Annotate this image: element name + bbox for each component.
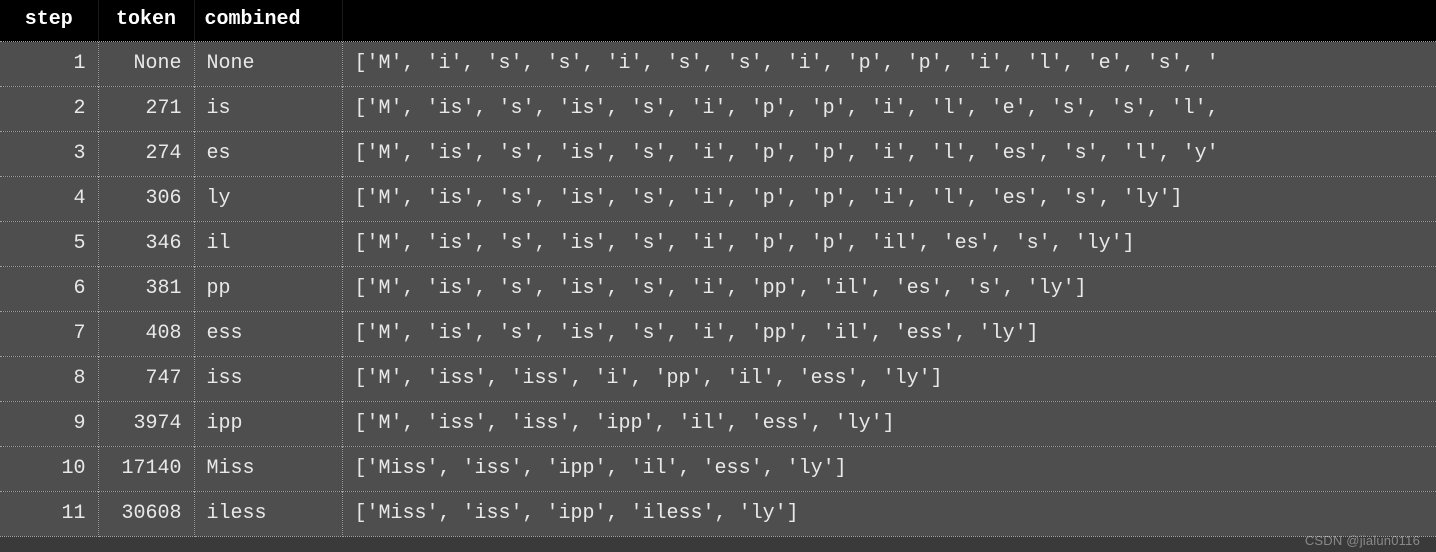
cell-combined: ly xyxy=(194,177,342,222)
cell-combined: pp xyxy=(194,267,342,312)
cell-step: 8 xyxy=(0,357,98,402)
table-row: 5 346 il ['M', 'is', 's', 'is', 's', 'i'… xyxy=(0,222,1436,267)
cell-token: 30608 xyxy=(98,492,194,537)
cell-step: 2 xyxy=(0,87,98,132)
cell-combined: il xyxy=(194,222,342,267)
table-header-row: step token combined xyxy=(0,0,1436,42)
cell-combined: None xyxy=(194,42,342,87)
cell-token: 271 xyxy=(98,87,194,132)
cell-step: 5 xyxy=(0,222,98,267)
table-row: 11 30608 iless ['Miss', 'iss', 'ipp', 'i… xyxy=(0,492,1436,537)
header-list xyxy=(342,0,1436,42)
table-row: 4 306 ly ['M', 'is', 's', 'is', 's', 'i'… xyxy=(0,177,1436,222)
cell-token: 17140 xyxy=(98,447,194,492)
cell-list: ['M', 'iss', 'iss', 'i', 'pp', 'il', 'es… xyxy=(342,357,1436,402)
cell-step: 11 xyxy=(0,492,98,537)
cell-combined: es xyxy=(194,132,342,177)
cell-step: 3 xyxy=(0,132,98,177)
cell-token: None xyxy=(98,42,194,87)
cell-combined: is xyxy=(194,87,342,132)
cell-step: 7 xyxy=(0,312,98,357)
table-row: 10 17140 Miss ['Miss', 'iss', 'ipp', 'il… xyxy=(0,447,1436,492)
cell-combined: Miss xyxy=(194,447,342,492)
cell-list: ['M', 'i', 's', 's', 'i', 's', 's', 'i',… xyxy=(342,42,1436,87)
bpe-steps-table: step token combined 1 None None ['M', 'i… xyxy=(0,0,1436,537)
cell-step: 9 xyxy=(0,402,98,447)
cell-list: ['Miss', 'iss', 'ipp', 'il', 'ess', 'ly'… xyxy=(342,447,1436,492)
header-step: step xyxy=(0,0,98,42)
cell-list: ['M', 'is', 's', 'is', 's', 'i', 'p', 'p… xyxy=(342,87,1436,132)
table-row: 2 271 is ['M', 'is', 's', 'is', 's', 'i'… xyxy=(0,87,1436,132)
cell-token: 408 xyxy=(98,312,194,357)
cell-step: 1 xyxy=(0,42,98,87)
table-body: 1 None None ['M', 'i', 's', 's', 'i', 's… xyxy=(0,42,1436,537)
cell-token: 381 xyxy=(98,267,194,312)
table-row: 8 747 iss ['M', 'iss', 'iss', 'i', 'pp',… xyxy=(0,357,1436,402)
table-row: 9 3974 ipp ['M', 'iss', 'iss', 'ipp', 'i… xyxy=(0,402,1436,447)
table-row: 3 274 es ['M', 'is', 's', 'is', 's', 'i'… xyxy=(0,132,1436,177)
cell-list: ['M', 'is', 's', 'is', 's', 'i', 'pp', '… xyxy=(342,312,1436,357)
cell-step: 4 xyxy=(0,177,98,222)
cell-combined: ess xyxy=(194,312,342,357)
cell-list: ['M', 'is', 's', 'is', 's', 'i', 'p', 'p… xyxy=(342,222,1436,267)
cell-list: ['M', 'is', 's', 'is', 's', 'i', 'p', 'p… xyxy=(342,132,1436,177)
cell-combined: iss xyxy=(194,357,342,402)
cell-list: ['M', 'is', 's', 'is', 's', 'i', 'pp', '… xyxy=(342,267,1436,312)
cell-token: 346 xyxy=(98,222,194,267)
cell-list: ['M', 'is', 's', 'is', 's', 'i', 'p', 'p… xyxy=(342,177,1436,222)
cell-token: 306 xyxy=(98,177,194,222)
cell-token: 3974 xyxy=(98,402,194,447)
table-row: 6 381 pp ['M', 'is', 's', 'is', 's', 'i'… xyxy=(0,267,1436,312)
cell-combined: iless xyxy=(194,492,342,537)
cell-list: ['M', 'iss', 'iss', 'ipp', 'il', 'ess', … xyxy=(342,402,1436,447)
cell-token: 274 xyxy=(98,132,194,177)
cell-combined: ipp xyxy=(194,402,342,447)
cell-list: ['Miss', 'iss', 'ipp', 'iless', 'ly'] xyxy=(342,492,1436,537)
cell-token: 747 xyxy=(98,357,194,402)
header-token: token xyxy=(98,0,194,42)
table-row: 1 None None ['M', 'i', 's', 's', 'i', 's… xyxy=(0,42,1436,87)
header-combined: combined xyxy=(194,0,342,42)
table-row: 7 408 ess ['M', 'is', 's', 'is', 's', 'i… xyxy=(0,312,1436,357)
cell-step: 6 xyxy=(0,267,98,312)
cell-step: 10 xyxy=(0,447,98,492)
